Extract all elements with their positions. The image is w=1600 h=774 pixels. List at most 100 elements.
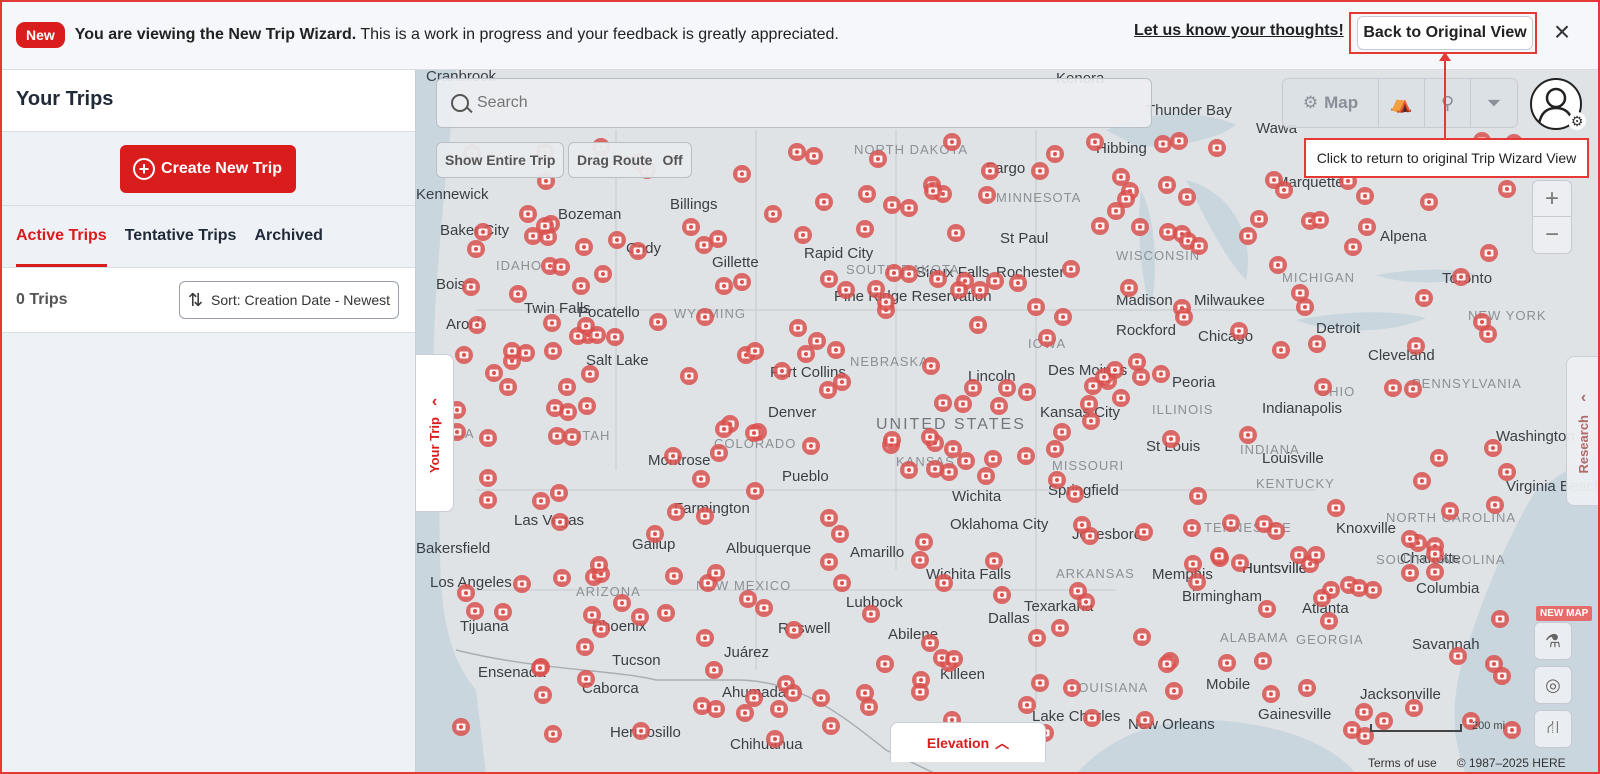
- campground-pin-icon[interactable]: [829, 524, 851, 546]
- campground-pin-icon[interactable]: [1029, 673, 1051, 695]
- campground-pin-icon[interactable]: [1399, 563, 1421, 585]
- campground-pin-icon[interactable]: [1325, 498, 1347, 520]
- campground-pin-icon[interactable]: [1060, 259, 1082, 281]
- campground-pin-icon[interactable]: [465, 239, 487, 261]
- campground-pin-icon[interactable]: [1450, 267, 1472, 289]
- campground-pin-icon[interactable]: [1270, 340, 1292, 362]
- campground-pin-icon[interactable]: [783, 620, 805, 642]
- campground-pin-icon[interactable]: [875, 292, 897, 314]
- campground-pin-icon[interactable]: [1163, 681, 1185, 703]
- campground-pin-icon[interactable]: [820, 716, 842, 738]
- campground-pin-icon[interactable]: [943, 649, 965, 671]
- campground-pin-icon[interactable]: [1348, 578, 1370, 600]
- campground-pin-icon[interactable]: [517, 204, 539, 226]
- campground-pin-icon[interactable]: [919, 427, 941, 449]
- campground-pin-icon[interactable]: [1150, 364, 1172, 386]
- campground-pin-icon[interactable]: [1049, 618, 1071, 640]
- campground-pin-icon[interactable]: [570, 276, 592, 298]
- campground-pin-icon[interactable]: [542, 341, 564, 363]
- campground-pin-icon[interactable]: [1104, 360, 1126, 382]
- campground-pin-icon[interactable]: [924, 459, 946, 481]
- campground-pin-icon[interactable]: [590, 619, 612, 641]
- campground-pin-icon[interactable]: [1131, 627, 1153, 649]
- campground-pin-icon[interactable]: [874, 654, 896, 676]
- campground-filter-button[interactable]: ⛺: [1379, 79, 1425, 127]
- campground-pin-icon[interactable]: [955, 451, 977, 473]
- campground-pin-icon[interactable]: [1105, 201, 1127, 223]
- campground-pin-icon[interactable]: [1311, 588, 1333, 610]
- campground-pin-icon[interactable]: [1447, 646, 1469, 668]
- campground-pin-icon[interactable]: [575, 669, 597, 691]
- campground-pin-icon[interactable]: [1482, 438, 1504, 460]
- tab-tentative-trips[interactable]: Tentative Trips: [125, 227, 237, 267]
- campground-pin-icon[interactable]: [1016, 695, 1038, 717]
- campground-pin-icon[interactable]: [731, 164, 753, 186]
- tab-active-trips[interactable]: Active Trips: [16, 227, 107, 267]
- campground-pin-icon[interactable]: [1220, 513, 1242, 535]
- zoom-in-button[interactable]: +: [1533, 181, 1571, 217]
- campground-pin-icon[interactable]: [1312, 377, 1334, 399]
- campground-pin-icon[interactable]: [1157, 222, 1179, 244]
- campground-pin-icon[interactable]: [982, 449, 1004, 471]
- campground-pin-icon[interactable]: [1061, 678, 1083, 700]
- campground-pin-icon[interactable]: [529, 658, 551, 680]
- campground-pin-icon[interactable]: [881, 430, 903, 452]
- campground-pin-icon[interactable]: [1208, 546, 1230, 568]
- campground-pin-icon[interactable]: [1168, 131, 1190, 153]
- campground-pin-icon[interactable]: [477, 428, 499, 450]
- campground-pin-icon[interactable]: [860, 604, 882, 626]
- campground-pin-icon[interactable]: [532, 685, 554, 707]
- campground-pin-icon[interactable]: [831, 573, 853, 595]
- campground-pin-icon[interactable]: [694, 506, 716, 528]
- campground-pin-icon[interactable]: [1411, 471, 1433, 493]
- map-search-bar[interactable]: [436, 78, 1152, 128]
- drag-route-toggle[interactable]: Drag Route Off: [568, 142, 692, 178]
- locate-button[interactable]: ◎: [1534, 666, 1572, 704]
- campground-pin-icon[interactable]: [1206, 138, 1228, 160]
- campground-pin-icon[interactable]: [1260, 684, 1282, 706]
- campground-pin-icon[interactable]: [507, 284, 529, 306]
- campground-pin-icon[interactable]: [818, 552, 840, 574]
- campground-pin-icon[interactable]: [1489, 609, 1511, 631]
- campground-pin-icon[interactable]: [1253, 514, 1275, 536]
- campground-pin-icon[interactable]: [1118, 278, 1140, 300]
- campground-pin-icon[interactable]: [803, 146, 825, 168]
- campground-pin-icon[interactable]: [867, 149, 889, 171]
- campground-pin-icon[interactable]: [1256, 599, 1278, 621]
- campground-pin-icon[interactable]: [662, 446, 684, 468]
- feedback-link[interactable]: Let us know your thoughts!: [1134, 22, 1344, 40]
- campground-pin-icon[interactable]: [1029, 161, 1051, 183]
- campground-pin-icon[interactable]: [1237, 425, 1259, 447]
- campground-pin-icon[interactable]: [831, 372, 853, 394]
- campground-pin-icon[interactable]: [1110, 167, 1132, 189]
- campground-pin-icon[interactable]: [898, 460, 920, 482]
- campground-pin-icon[interactable]: [694, 307, 716, 329]
- campground-pin-icon[interactable]: [647, 312, 669, 334]
- campground-pin-icon[interactable]: [922, 181, 944, 203]
- campground-pin-icon[interactable]: [477, 468, 499, 490]
- campground-pin-icon[interactable]: [450, 717, 472, 739]
- campground-pin-icon[interactable]: [1015, 446, 1037, 468]
- campground-pin-icon[interactable]: [551, 568, 573, 590]
- campground-pin-icon[interactable]: [1173, 307, 1195, 329]
- campground-pin-icon[interactable]: [1294, 297, 1316, 319]
- campground-pin-icon[interactable]: [575, 316, 597, 338]
- campground-pin-icon[interactable]: [1084, 132, 1106, 154]
- campground-pin-icon[interactable]: [1471, 312, 1493, 334]
- campground-pin-icon[interactable]: [1478, 243, 1500, 265]
- campground-pin-icon[interactable]: [1306, 334, 1328, 356]
- campground-pin-icon[interactable]: [713, 276, 735, 298]
- campground-pin-icon[interactable]: [1110, 388, 1132, 410]
- campground-pin-icon[interactable]: [1484, 495, 1506, 517]
- campground-pin-icon[interactable]: [762, 204, 784, 226]
- elevation-toggle[interactable]: Elevation ︿: [890, 722, 1046, 762]
- campground-pin-icon[interactable]: [492, 602, 514, 624]
- campground-pin-icon[interactable]: [1491, 666, 1513, 688]
- campground-pin-icon[interactable]: [573, 237, 595, 259]
- campground-pin-icon[interactable]: [690, 469, 712, 491]
- back-to-original-view-button[interactable]: Back to Original View: [1357, 16, 1533, 50]
- campground-pin-icon[interactable]: [927, 269, 949, 291]
- campground-pin-icon[interactable]: [556, 377, 578, 399]
- campground-pin-icon[interactable]: [627, 241, 649, 263]
- campground-pin-icon[interactable]: [691, 696, 713, 718]
